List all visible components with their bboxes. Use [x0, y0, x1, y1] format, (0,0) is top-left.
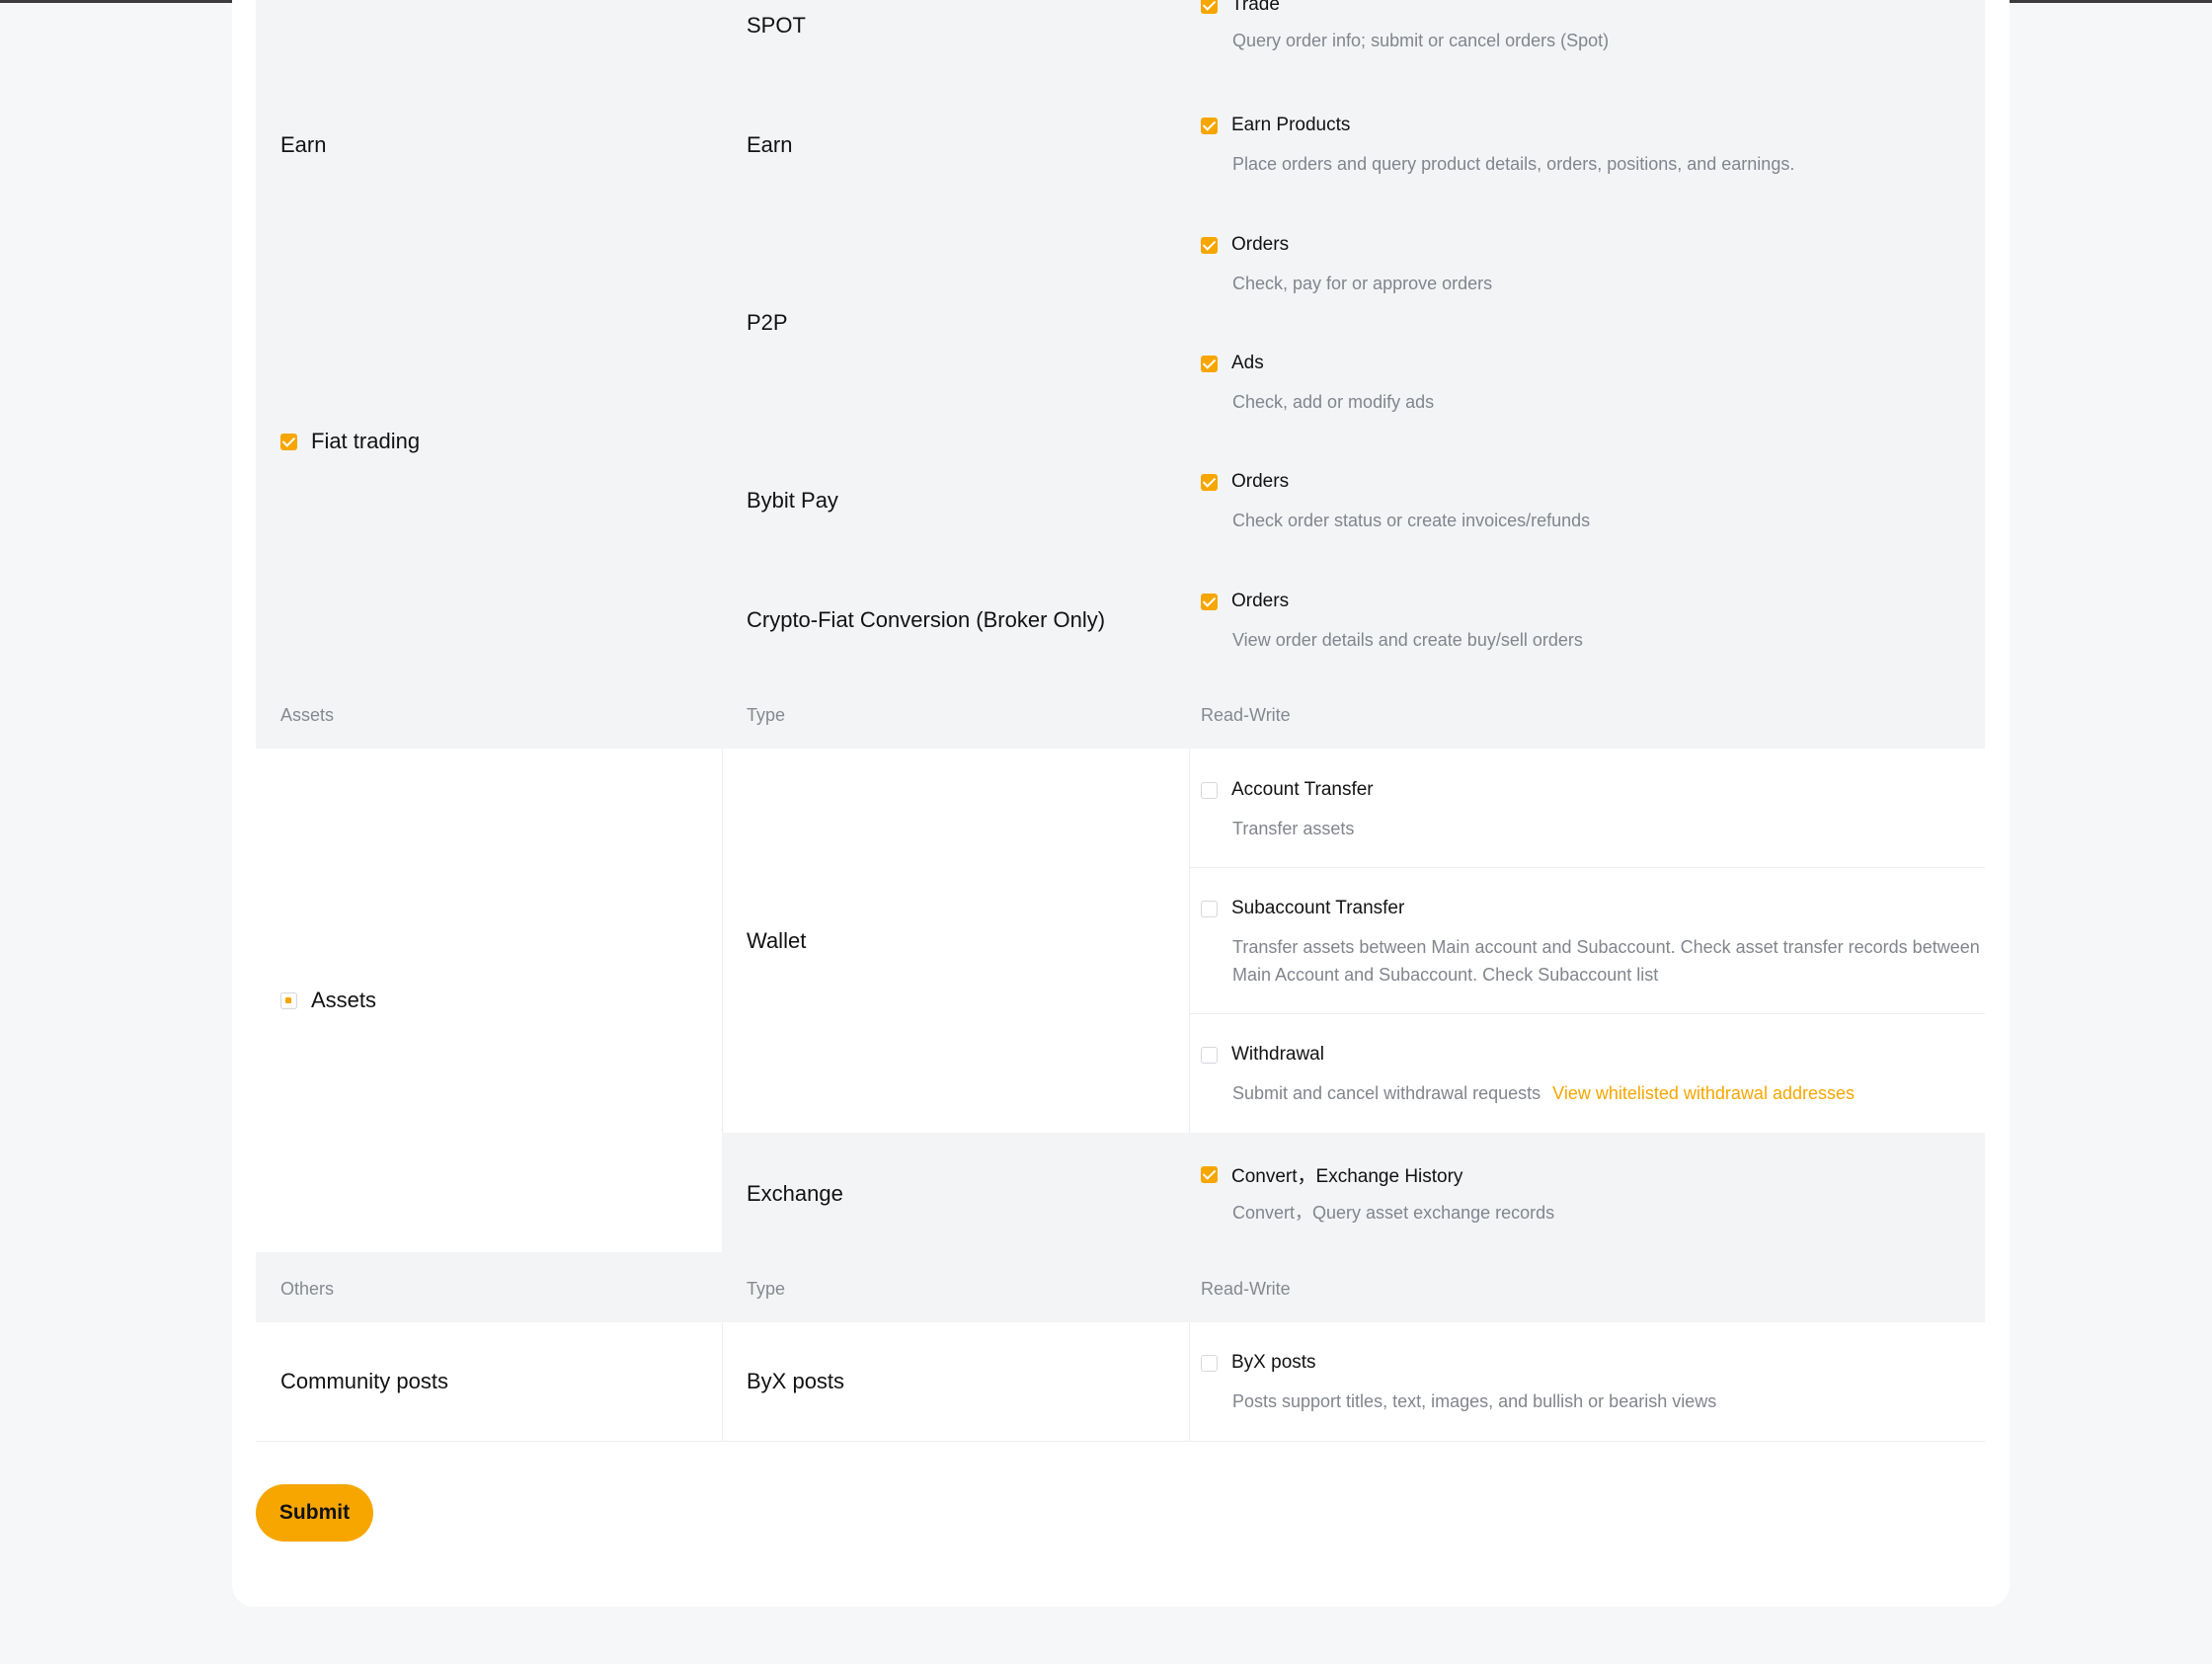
perm-desc: Query order info; submit or cancel order…: [1232, 31, 1610, 50]
checkbox-spot-trade[interactable]: [1201, 0, 1218, 14]
perm-desc-text: Submit and cancel withdrawal requests: [1232, 1083, 1541, 1103]
view-whitelisted-addresses-link[interactable]: View whitelisted withdrawal addresses: [1552, 1083, 1855, 1103]
perm-title: Orders: [1231, 471, 1290, 492]
perm-earn-products: Earn Products Place orders and query pro…: [1201, 114, 1971, 178]
type-p2p: P2P: [747, 310, 788, 335]
perm-bybit-pay-orders: Orders Check order status or create invo…: [1201, 470, 1971, 534]
checkbox-withdrawal[interactable]: [1201, 1046, 1218, 1064]
perm-p2p-orders: Orders Check, pay for or approve orders: [1201, 233, 1971, 297]
perm-title: Earn Products: [1231, 115, 1351, 135]
category-label: Fiat trading: [311, 429, 421, 453]
assets-table-header: [256, 676, 1985, 749]
header-type: Type: [747, 1279, 786, 1299]
perm-p2p-ads: Ads Check, add or modify ads: [1201, 352, 1971, 416]
perm-title: Withdrawal: [1231, 1044, 1324, 1065]
checkbox-p2p-orders[interactable]: [1201, 236, 1218, 254]
column-divider: [1189, 749, 1190, 1133]
checkbox-subaccount-transfer[interactable]: [1201, 900, 1218, 917]
category-community-posts: Community posts: [280, 1369, 448, 1393]
category-label: Assets: [311, 988, 377, 1012]
type-crypto-fiat-conversion: Crypto-Fiat Conversion (Broker Only): [747, 607, 1106, 632]
type-earn: Earn: [747, 132, 793, 157]
perm-desc: Transfer assets between Main account and…: [1232, 937, 1980, 985]
perm-spot-trade: Trade Query order info; submit or cancel…: [1201, 0, 1971, 54]
header-assets: Assets: [280, 705, 335, 725]
type-exchange: Exchange: [747, 1181, 843, 1206]
perm-desc: Check order status or create invoices/re…: [1232, 511, 1591, 530]
row-divider: [1189, 1013, 1985, 1014]
perm-desc: Submit and cancel withdrawal requests Vie…: [1232, 1079, 1971, 1107]
perm-conversion-orders: Orders View order details and create buy…: [1201, 590, 1971, 654]
perm-desc: Convert，Query asset exchange records: [1232, 1203, 1555, 1223]
type-byx-posts: ByX posts: [747, 1369, 845, 1393]
type-wallet: Wallet: [747, 928, 807, 953]
category-fiat-trading[interactable]: Fiat trading: [280, 431, 420, 452]
perm-desc: Place orders and query product details, …: [1232, 154, 1795, 174]
perm-title: ByX posts: [1231, 1352, 1316, 1373]
others-table-header: [256, 1252, 1985, 1322]
header-type: Type: [747, 705, 786, 725]
header-others: Others: [280, 1279, 335, 1299]
perm-title: Convert，Exchange History: [1231, 1165, 1463, 1187]
checkbox-bybit-pay-orders[interactable]: [1201, 473, 1218, 491]
perm-desc: Check, add or modify ads: [1232, 392, 1435, 412]
submit-button[interactable]: Submit: [256, 1484, 373, 1542]
column-divider: [1189, 1322, 1190, 1442]
perm-desc: View order details and create buy/sell o…: [1232, 630, 1583, 650]
category-assets[interactable]: Assets: [280, 990, 376, 1011]
category-earn: Earn: [280, 132, 327, 157]
header-read-write: Read-Write: [1201, 1279, 1291, 1299]
perm-title: Ads: [1231, 353, 1264, 373]
perm-withdrawal: Withdrawal Submit and cancel withdrawal …: [1201, 1043, 1971, 1107]
perm-desc: Check, pay for or approve orders: [1232, 274, 1493, 293]
perm-title: Account Transfer: [1231, 779, 1374, 800]
column-divider: [722, 1322, 723, 1442]
checkbox-assets-partial[interactable]: [280, 991, 297, 1009]
perm-title: Orders: [1231, 591, 1290, 611]
trade-permissions-section: [256, 0, 1985, 676]
perm-subaccount-transfer: Subaccount Transfer Transfer assets betw…: [1201, 897, 1980, 989]
row-divider: [1189, 867, 1985, 868]
checkbox-account-transfer[interactable]: [1201, 781, 1218, 799]
perm-account-transfer: Account Transfer Transfer assets: [1201, 778, 1971, 842]
checkbox-fiat-trading[interactable]: [280, 433, 297, 450]
perm-title: Orders: [1231, 234, 1290, 255]
checkbox-earn-products[interactable]: [1201, 117, 1218, 134]
perm-desc: Posts support titles, text, images, and …: [1232, 1391, 1717, 1411]
perm-byx-posts: ByX posts Posts support titles, text, im…: [1201, 1351, 1971, 1415]
checkbox-conversion-orders[interactable]: [1201, 593, 1218, 610]
perm-convert-exchange-history: Convert，Exchange History Convert，Query a…: [1201, 1162, 1971, 1227]
column-divider: [722, 749, 723, 1133]
checkbox-p2p-ads[interactable]: [1201, 355, 1218, 372]
header-read-write: Read-Write: [1201, 705, 1291, 725]
checkbox-byx-posts[interactable]: [1201, 1354, 1218, 1372]
checkbox-convert-exchange-history[interactable]: [1201, 1165, 1218, 1183]
type-spot: SPOT: [747, 13, 806, 38]
perm-title: Trade: [1231, 0, 1280, 15]
perm-title: Subaccount Transfer: [1231, 898, 1405, 918]
perm-desc: Transfer assets: [1232, 819, 1355, 838]
type-bybit-pay: Bybit Pay: [747, 488, 838, 513]
